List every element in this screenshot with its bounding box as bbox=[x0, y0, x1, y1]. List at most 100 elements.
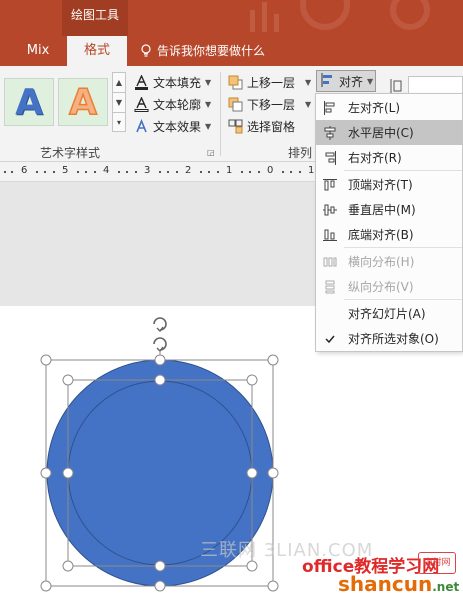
watermark-shancun: shancun.net bbox=[338, 572, 459, 596]
rotate-handle-icon[interactable] bbox=[153, 317, 167, 353]
ruler-number: 2 bbox=[185, 165, 192, 176]
text-outline-label: 文本轮廓 bbox=[153, 97, 202, 112]
align-center-icon bbox=[322, 125, 337, 140]
tab-format[interactable]: 格式 bbox=[67, 36, 127, 66]
bring-forward-label: 上移一层 bbox=[247, 75, 296, 90]
chevron-down-icon: ▼ bbox=[205, 77, 212, 87]
send-backward-label: 下移一层 bbox=[247, 97, 296, 112]
send-backward-icon bbox=[228, 97, 243, 112]
menu-item-align-center[interactable]: 水平居中(C) bbox=[316, 120, 462, 145]
distribute-horizontal-icon bbox=[322, 254, 337, 269]
bring-forward-button[interactable]: 上移一层 ▼ bbox=[228, 72, 311, 92]
menu-item-distribute-vertical: 纵向分布(V) bbox=[316, 274, 462, 299]
ruler-number: 1 bbox=[226, 165, 233, 176]
ruler-tick bbox=[208, 171, 210, 173]
menu-item-align-right[interactable]: 右对齐(R) bbox=[316, 145, 462, 170]
wordart-gallery-scroll[interactable]: ▲ ▼ ▾ bbox=[112, 72, 126, 132]
checkmark-icon bbox=[322, 331, 337, 346]
decoration bbox=[390, 0, 430, 30]
ruler-number: 3 bbox=[144, 165, 151, 176]
gallery-up-icon[interactable]: ▲ bbox=[113, 73, 125, 93]
decoration bbox=[262, 2, 267, 32]
wordart-style-blue[interactable]: A bbox=[4, 78, 54, 126]
text-outline-icon bbox=[134, 96, 149, 112]
menu-item-label: 底端对齐(B) bbox=[348, 228, 414, 242]
ruler-tick bbox=[216, 171, 219, 173]
ruler-tick bbox=[167, 171, 169, 173]
ruler-tick bbox=[298, 171, 301, 173]
align-dropdown-button[interactable]: 对齐 ▼ bbox=[316, 70, 376, 92]
text-fill-button[interactable]: 文本填充 ▼ bbox=[134, 72, 211, 92]
ruler-tick bbox=[175, 171, 178, 173]
ruler-number: 0 bbox=[267, 165, 274, 176]
tab-mix[interactable]: Mix bbox=[14, 36, 62, 66]
ruler-tick bbox=[93, 171, 96, 173]
ruler-tick bbox=[158, 171, 161, 173]
distribute-vertical-icon bbox=[322, 279, 337, 294]
ruler-tick bbox=[11, 171, 13, 173]
menu-item-label: 对齐所选对象(O) bbox=[348, 332, 439, 346]
align-top-icon bbox=[322, 177, 337, 192]
menu-separator bbox=[344, 247, 462, 248]
ruler-number: 4 bbox=[103, 165, 110, 176]
wordart-group-label: 艺术字样式 bbox=[40, 146, 101, 160]
menu-item-align-middle[interactable]: 垂直居中(M) bbox=[316, 197, 462, 222]
text-fill-label: 文本填充 bbox=[153, 75, 202, 90]
chevron-down-icon: ▼ bbox=[305, 77, 312, 87]
menu-item-align-top[interactable]: 顶端对齐(T) bbox=[316, 172, 462, 197]
text-effects-button[interactable]: 文本效果 ▼ bbox=[134, 116, 211, 136]
ruler-number: 1 bbox=[308, 165, 315, 176]
text-effects-icon bbox=[134, 118, 149, 134]
ruler-tick bbox=[35, 171, 38, 173]
menu-item-label: 垂直居中(M) bbox=[348, 203, 416, 217]
ruler-tick bbox=[85, 171, 87, 173]
watermark-shancun-suffix: .net bbox=[432, 580, 460, 594]
ruler-tick bbox=[281, 171, 284, 173]
menu-item-label: 左对齐(L) bbox=[348, 101, 401, 115]
menu-item-align-bottom[interactable]: 底端对齐(B) bbox=[316, 222, 462, 247]
menu-item-label: 水平居中(C) bbox=[348, 126, 414, 140]
dialog-launcher-icon[interactable]: ◲ bbox=[207, 148, 215, 157]
ruler-tick bbox=[117, 171, 120, 173]
context-tab-group-title: 绘图工具 bbox=[70, 8, 119, 22]
gallery-more-icon[interactable]: ▾ bbox=[113, 113, 125, 133]
tell-me-label: 告诉我你想要做什么 bbox=[157, 44, 266, 58]
decoration bbox=[300, 0, 350, 30]
context-tab-group: 绘图工具 bbox=[62, 0, 128, 36]
ruler-tick bbox=[257, 171, 260, 173]
selection-pane-icon bbox=[228, 119, 243, 134]
ruler-tick bbox=[199, 171, 202, 173]
align-label: 对齐 bbox=[339, 74, 364, 89]
decoration bbox=[250, 10, 255, 32]
ruler-tick bbox=[4, 171, 6, 173]
text-effects-label: 文本效果 bbox=[153, 119, 202, 134]
ruler-tick bbox=[134, 171, 137, 173]
ruler-tick bbox=[240, 171, 243, 173]
tell-me-box[interactable]: 告诉我你想要做什么 bbox=[140, 36, 265, 66]
ruler-tick bbox=[126, 171, 128, 173]
selection-pane-button[interactable]: 选择窗格 bbox=[228, 116, 295, 136]
text-outline-button[interactable]: 文本轮廓 ▼ bbox=[134, 94, 211, 114]
ruler-tick bbox=[44, 171, 46, 173]
align-dropdown-menu: 左对齐(L) 水平居中(C) 右对齐(R) 顶端对齐(T) 垂直居中(M) 底端对齐(B)… bbox=[315, 93, 463, 352]
align-middle-icon bbox=[322, 202, 337, 217]
wordart-style-orange[interactable]: A bbox=[58, 78, 108, 126]
title-bar: 绘图工具 bbox=[0, 0, 463, 36]
menu-item-label: 横向分布(H) bbox=[348, 255, 415, 269]
gallery-down-icon[interactable]: ▼ bbox=[113, 93, 125, 113]
menu-item-align-left[interactable]: 左对齐(L) bbox=[316, 95, 462, 120]
send-backward-button[interactable]: 下移一层 ▼ bbox=[228, 94, 311, 114]
menu-item-align-to-slide[interactable]: 对齐幻灯片(A) bbox=[316, 301, 462, 326]
tab-row: Mix 格式 告诉我你想要做什么 bbox=[0, 36, 463, 66]
text-fill-icon bbox=[134, 74, 149, 90]
menu-separator bbox=[344, 170, 462, 171]
menu-item-label: 纵向分布(V) bbox=[348, 280, 414, 294]
chevron-down-icon: ▼ bbox=[205, 121, 212, 131]
bring-forward-icon bbox=[228, 75, 243, 90]
ruler-tick bbox=[290, 171, 292, 173]
menu-item-label: 右对齐(R) bbox=[348, 151, 402, 165]
ruler-number: 6 bbox=[21, 165, 28, 176]
menu-item-checkmark[interactable]: 对齐所选对象(O) bbox=[316, 326, 462, 351]
menu-item-label: 顶端对齐(T) bbox=[348, 178, 413, 192]
arrange-group-label: 排列 bbox=[288, 146, 313, 160]
